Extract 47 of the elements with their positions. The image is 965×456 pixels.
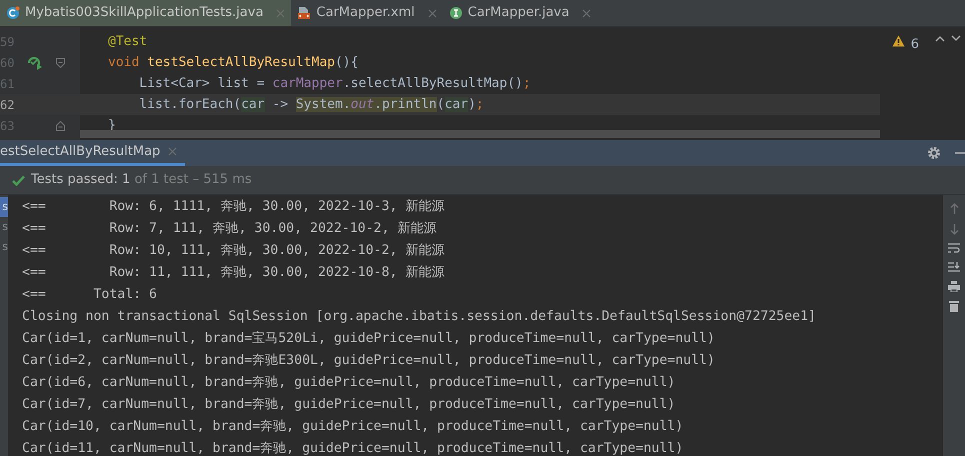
xml-file-icon <box>297 6 312 20</box>
print-icon[interactable] <box>948 281 960 292</box>
console-line: Car(id=1, carNum=null, brand=宝马520Li, guidePrice=null, produceTime=null, carType=null) <box>22 330 715 348</box>
line-number: 62 <box>0 96 16 114</box>
console-line: <== Row: 7, 111, 奔驰, 30.00, 2022-10-2, 新能源 <box>22 220 436 238</box>
editor-tab[interactable]: CarMapper.java <box>442 0 598 26</box>
console-line: Car(id=10, carNum=null, brand=奔驰, guidePrice=null, produceTime=null, carType=null) <box>22 418 684 436</box>
wrap-lines-icon[interactable] <box>948 243 960 254</box>
minimize-icon[interactable] <box>955 152 965 154</box>
scroll-to-end-icon[interactable] <box>948 262 960 273</box>
check-icon <box>12 174 25 186</box>
run-test-icon[interactable] <box>27 56 43 70</box>
console-line: Car(id=11, carNum=null, brand=奔驰, guidePrice=null, produceTime=null, carType=null) <box>22 440 684 456</box>
tests-passed-status: Tests passed: 1 of 1 test – 515 ms <box>31 171 252 190</box>
class-icon <box>6 6 20 20</box>
editor-tab[interactable]: Mybatis003SkillApplicationTests.java <box>0 0 292 26</box>
test-tree-item[interactable]: s <box>0 237 8 257</box>
fold-icon[interactable] <box>56 58 64 68</box>
console-line: Car(id=7, carNum=null, brand=奔驰, guidePrice=null, produceTime=null, carType=null) <box>22 396 676 414</box>
console-line: <== Row: 11, 111, 奔驰, 30.00, 2022-10-8, 新能源 <box>22 264 444 282</box>
console-line: Car(id=6, carNum=null, brand=奔驰, guidePrice=null, produceTime=null, carType=null) <box>22 374 676 392</box>
code-line: List<Car> list = carMapper.selectAllByResultMap(); <box>138 74 532 93</box>
interface-icon <box>448 6 463 20</box>
code-line: void testSelectAllByResultMap(){ <box>107 54 360 72</box>
warning-icon[interactable] <box>892 35 905 47</box>
arrow-up-icon[interactable] <box>950 203 958 215</box>
test-tree-item[interactable]: s <box>0 197 8 217</box>
editor-tab[interactable]: CarMapper.xml <box>291 0 443 26</box>
horizontal-scrollbar[interactable] <box>80 130 880 138</box>
console-line: <== Total: 6 <box>22 286 157 304</box>
warning-count: 6 <box>910 36 919 54</box>
close-icon[interactable] <box>428 8 437 18</box>
close-icon[interactable] <box>582 8 592 18</box>
console-line: <== Row: 6, 1111, 奔驰, 30.00, 2022-10-3, 新能源 <box>22 198 444 216</box>
console-line: Car(id=2, carNum=null, brand=奔驰E300L, guidePrice=null, produceTime=null, carType=null) <box>22 352 715 370</box>
test-tree-item[interactable]: s <box>0 217 8 237</box>
chevron-down-icon[interactable] <box>951 35 961 42</box>
fold-icon[interactable] <box>56 120 64 130</box>
chevron-up-icon[interactable] <box>935 35 945 42</box>
close-icon[interactable] <box>276 8 286 18</box>
close-icon[interactable] <box>168 147 178 156</box>
trash-icon[interactable] <box>949 300 959 312</box>
console-line: Closing non transactional SqlSession [org.apache.ibatis.session.defaults.DefaultSqlSession@72725ee1] <box>22 308 816 326</box>
code-line: @Test <box>107 32 148 51</box>
console-line: <== Row: 10, 111, 奔驰, 30.00, 2022-10-2, 新能源 <box>22 242 444 260</box>
settings-icon[interactable] <box>927 146 941 160</box>
arrow-down-icon[interactable] <box>950 223 958 235</box>
